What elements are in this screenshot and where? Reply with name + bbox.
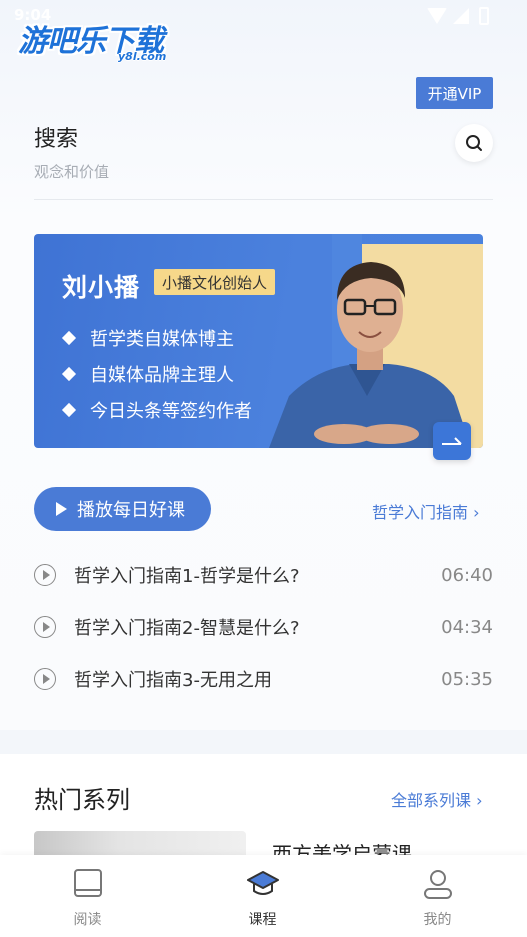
teacher-tag: 小播文化创始人 [154,269,276,295]
lesson-item[interactable]: 哲学入门指南1-哲学是什么? 06:40 [34,560,493,590]
search-title[interactable]: 搜索 [34,121,78,153]
play-icon [56,502,67,516]
all-series-link[interactable]: 全部系列课 › [391,787,483,811]
teacher-bullet: 自媒体品牌主理人 [61,356,252,392]
open-vip-button[interactable]: 开通VIP [416,77,493,109]
philosophy-guide-link[interactable]: 哲学入门指南 › [372,499,480,523]
lesson-duration: 06:40 [441,564,493,586]
teacher-bullet: 今日头条等签约作者 [61,392,252,428]
lesson-title: 哲学入门指南3-无用之用 [74,670,272,691]
bottom-nav: 阅读 课程 我的 [0,855,527,937]
play-circle-icon [34,564,56,586]
search-icon [466,135,482,151]
play-circle-icon [34,616,56,638]
play-circle-icon [34,668,56,690]
arrow-right-icon [442,437,462,445]
teacher-banner[interactable]: 刘小播 小播文化创始人 哲学类自媒体博主 自媒体品牌主理人 今日头条等签约作者 [34,234,483,448]
nav-label: 我的 [423,912,452,928]
nav-item-course[interactable]: 课程 [175,855,350,937]
search-divider [34,199,493,200]
lesson-item[interactable]: 哲学入门指南2-智慧是什么? 04:34 [34,612,493,642]
teacher-bullet-text: 今日头条等签约作者 [90,401,252,422]
teacher-bullet-text: 哲学类自媒体博主 [90,329,234,350]
lesson-title: 哲学入门指南1-哲学是什么? [74,566,300,587]
signal-icon [453,8,469,24]
status-icons [427,7,489,25]
diamond-bullet-icon [61,366,77,382]
graduation-cap-icon [246,867,280,901]
wifi-icon [427,8,447,24]
nav-label: 阅读 [73,912,102,928]
watermark-logo-sub: y8l.com [118,50,167,63]
teacher-bullet-text: 自媒体品牌主理人 [90,365,234,386]
diamond-bullet-icon [61,402,77,418]
nav-label: 课程 [248,912,277,928]
teacher-name: 刘小播 [62,273,141,302]
teacher-photo [269,262,471,448]
search-button[interactable] [455,124,493,162]
nav-item-mine[interactable]: 我的 [350,855,525,937]
teacher-bullet: 哲学类自媒体博主 [61,320,252,356]
nav-item-read[interactable]: 阅读 [0,855,175,937]
lesson-title: 哲学入门指南2-智慧是什么? [74,618,300,639]
diamond-bullet-icon [61,330,77,346]
banner-arrow-button[interactable] [433,422,471,460]
watermark-logo: 游吧乐下载 y8l.com [18,16,167,63]
play-daily-course-button[interactable]: 播放每日好课 [34,487,211,531]
lesson-item[interactable]: 哲学入门指南3-无用之用 05:35 [34,664,493,694]
teacher-bullets: 哲学类自媒体博主 自媒体品牌主理人 今日头条等签约作者 [61,320,252,428]
book-icon [71,867,105,901]
hot-series-title: 热门系列 [34,786,130,814]
lesson-duration: 05:35 [441,668,493,690]
user-icon [421,867,455,901]
lesson-duration: 04:34 [441,616,493,638]
battery-icon [479,7,489,25]
play-daily-course-label: 播放每日好课 [77,500,185,521]
search-subtitle: 观念和价值 [34,163,110,181]
